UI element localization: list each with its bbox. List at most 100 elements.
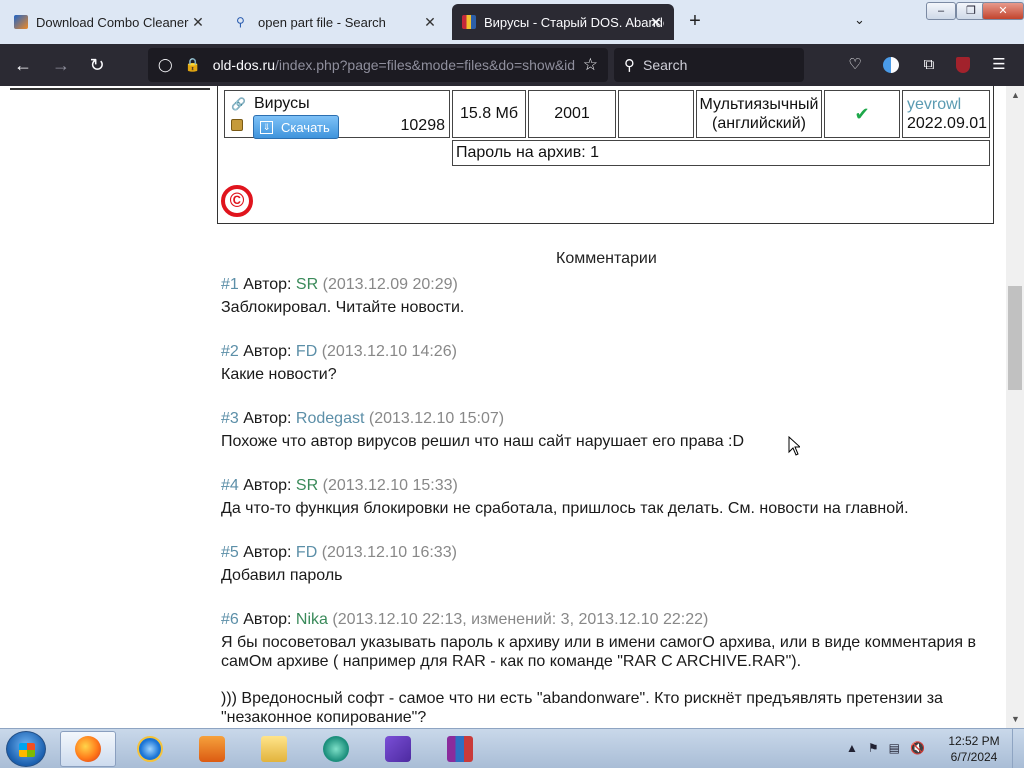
comment: #1 Автор: SR (2013.12.09 20:29) Заблокир… (221, 274, 991, 317)
author-label: Автор: (243, 343, 292, 360)
taskbar-winrar[interactable] (432, 731, 488, 767)
comment-author-link[interactable]: Rodegast (296, 410, 365, 427)
file-size-cell: 15.8 Мб (452, 90, 526, 138)
tab-title: Вирусы - Старый DOS. Abandonware (484, 14, 664, 30)
comment-body-continued: ))) Вредоносный софт - самое что ни есть… (221, 690, 943, 726)
account-icon[interactable] (880, 54, 902, 76)
comment-body: Добавил пароль (221, 567, 343, 584)
author-label: Автор: (243, 276, 292, 293)
taskbar-visual-studio-installer[interactable] (370, 731, 426, 767)
comment-date: (2013.12.10 14:26) (321, 343, 457, 360)
internet-explorer-icon (137, 736, 163, 762)
reload-icon[interactable]: ↻ (84, 52, 110, 78)
tab-search[interactable]: ⚲ open part file - Search ✕ (226, 4, 448, 40)
close-tab-icon[interactable]: ✕ (422, 14, 438, 31)
minimize-button[interactable]: – (926, 2, 956, 20)
taskbar-media-player[interactable] (184, 731, 240, 767)
upload-date: 2022.09.01 (907, 115, 988, 132)
comments-heading: Комментарии (556, 250, 657, 267)
language-line-2: (английский) (712, 115, 806, 132)
tracking-shield-icon[interactable]: ◯ (158, 57, 173, 73)
file-info-box: 🔗 Вирусы ⇓ Скачать 10298 15.8 Мб 2001 Му… (217, 86, 994, 224)
url-path: /index.php?page=files&mode=files&do=show… (275, 57, 576, 73)
tab-viruses[interactable]: Вирусы - Старый DOS. Abandonware ✕ (452, 4, 674, 40)
search-favicon-icon: ⚲ (236, 15, 245, 29)
author-label: Автор: (243, 410, 292, 427)
comment-number-link[interactable]: #2 (221, 343, 239, 360)
bookmark-star-icon[interactable]: ☆ (583, 55, 598, 75)
lock-icon[interactable]: 🔒 (185, 57, 201, 73)
author-label: Автор: (243, 544, 292, 561)
network-icon[interactable]: ▤ (889, 741, 900, 755)
comment-header: #5 Автор: FD (2013.12.10 16:33) (221, 542, 991, 564)
download-icon: ⇓ (260, 120, 273, 134)
comment-date: (2013.12.10 22:13, изменений: 3, 2013.12… (332, 611, 709, 628)
copyright-icon: © (221, 185, 253, 217)
list-all-tabs-button[interactable]: ⌄ (854, 12, 865, 28)
comment-number-link[interactable]: #5 (221, 544, 239, 561)
comment: #2 Автор: FD (2013.12.10 14:26) Какие но… (221, 341, 991, 384)
url-host: old-dos.ru (212, 57, 276, 73)
comment-number-link[interactable]: #1 (221, 276, 239, 293)
scroll-thumb[interactable] (1008, 286, 1022, 390)
taskbar-chat-app[interactable] (308, 731, 364, 767)
download-label: Скачать (281, 119, 330, 135)
comment-author-link[interactable]: SR (296, 276, 318, 293)
search-input[interactable]: ⚲ Search (614, 48, 804, 82)
back-arrow-icon[interactable]: ← (10, 52, 36, 78)
comment-author-link[interactable]: FD (296, 544, 317, 561)
taskbar-explorer[interactable] (246, 731, 302, 767)
comment: #5 Автор: FD (2013.12.10 16:33) Добавил … (221, 542, 991, 585)
ublock-icon[interactable] (952, 54, 974, 76)
comment-header: #4 Автор: SR (2013.12.10 15:33) (221, 475, 991, 497)
volume-muted-icon[interactable]: 🔇 (910, 741, 925, 755)
action-center-flag-icon[interactable]: ⚑ (868, 741, 879, 755)
file-size: 15.8 Мб (459, 105, 519, 122)
comment-header: #3 Автор: Rodegast (2013.12.10 15:07) (221, 408, 991, 430)
download-count: 10298 (400, 117, 446, 134)
show-hidden-icons-icon[interactable]: ▲ (846, 741, 858, 755)
empty-cell (618, 90, 694, 138)
folder-icon (261, 736, 287, 762)
link-icon: 🔗 (231, 97, 246, 111)
close-tab-icon[interactable]: ✕ (648, 14, 664, 31)
comment-body: Какие новости? (221, 366, 337, 383)
comment-author-link[interactable]: SR (296, 477, 318, 494)
taskbar-firefox[interactable] (60, 731, 116, 767)
menu-hamburger-icon[interactable]: ☰ (988, 54, 1010, 76)
extensions-icon[interactable]: ⧉ (918, 54, 940, 76)
comment-number-link[interactable]: #6 (221, 611, 239, 628)
tab-title: Download Combo Cleaner (36, 14, 189, 30)
checkmark-icon: ✔ (854, 103, 870, 124)
scroll-down-arrow-icon[interactable]: ▼ (1011, 714, 1020, 724)
new-tab-button[interactable]: + (684, 10, 706, 32)
pocket-icon[interactable]: ♡ (844, 54, 866, 76)
comment: #3 Автор: Rodegast (2013.12.10 15:07) По… (221, 408, 991, 451)
taskbar-internet-explorer[interactable] (122, 731, 178, 767)
tab-combo-cleaner[interactable]: Download Combo Cleaner ✕ (4, 4, 216, 40)
comment-number-link[interactable]: #3 (221, 410, 239, 427)
scroll-up-arrow-icon[interactable]: ▲ (1011, 90, 1020, 100)
file-year: 2001 (554, 105, 590, 122)
verified-cell: ✔ (824, 90, 900, 138)
close-tab-icon[interactable]: ✕ (190, 14, 206, 31)
download-button[interactable]: ⇓ Скачать (253, 115, 339, 139)
comment-body: Заблокировал. Читайте новости. (221, 299, 465, 316)
comment: #6 Автор: Nika (2013.12.10 22:13, измене… (221, 609, 991, 727)
address-bar[interactable]: ◯ 🔒 old-dos.ru /index.php?page=files&mod… (148, 48, 608, 82)
close-window-button[interactable]: ✕ (982, 2, 1024, 20)
vertical-scrollbar[interactable]: ▲ ▼ (1006, 86, 1024, 728)
comment-body: Да что-то функция блокировки не сработал… (221, 500, 909, 517)
comment-author-link[interactable]: Nika (296, 611, 328, 628)
forward-arrow-icon[interactable]: → (48, 52, 74, 78)
show-desktop-button[interactable] (1012, 729, 1024, 768)
start-button[interactable] (6, 731, 46, 767)
taskbar-clock[interactable]: 12:52 PM 6/7/2024 (946, 733, 1002, 765)
comment-author-link[interactable]: FD (296, 343, 317, 360)
uploader-link[interactable]: yevrowl (907, 95, 987, 114)
comment-number-link[interactable]: #4 (221, 477, 239, 494)
comment-date: (2013.12.10 15:07) (368, 410, 505, 427)
file-name-row: 🔗 Вирусы (231, 95, 310, 113)
password-cell: Пароль на архив: 1 (452, 140, 990, 166)
file-year-cell: 2001 (528, 90, 616, 138)
